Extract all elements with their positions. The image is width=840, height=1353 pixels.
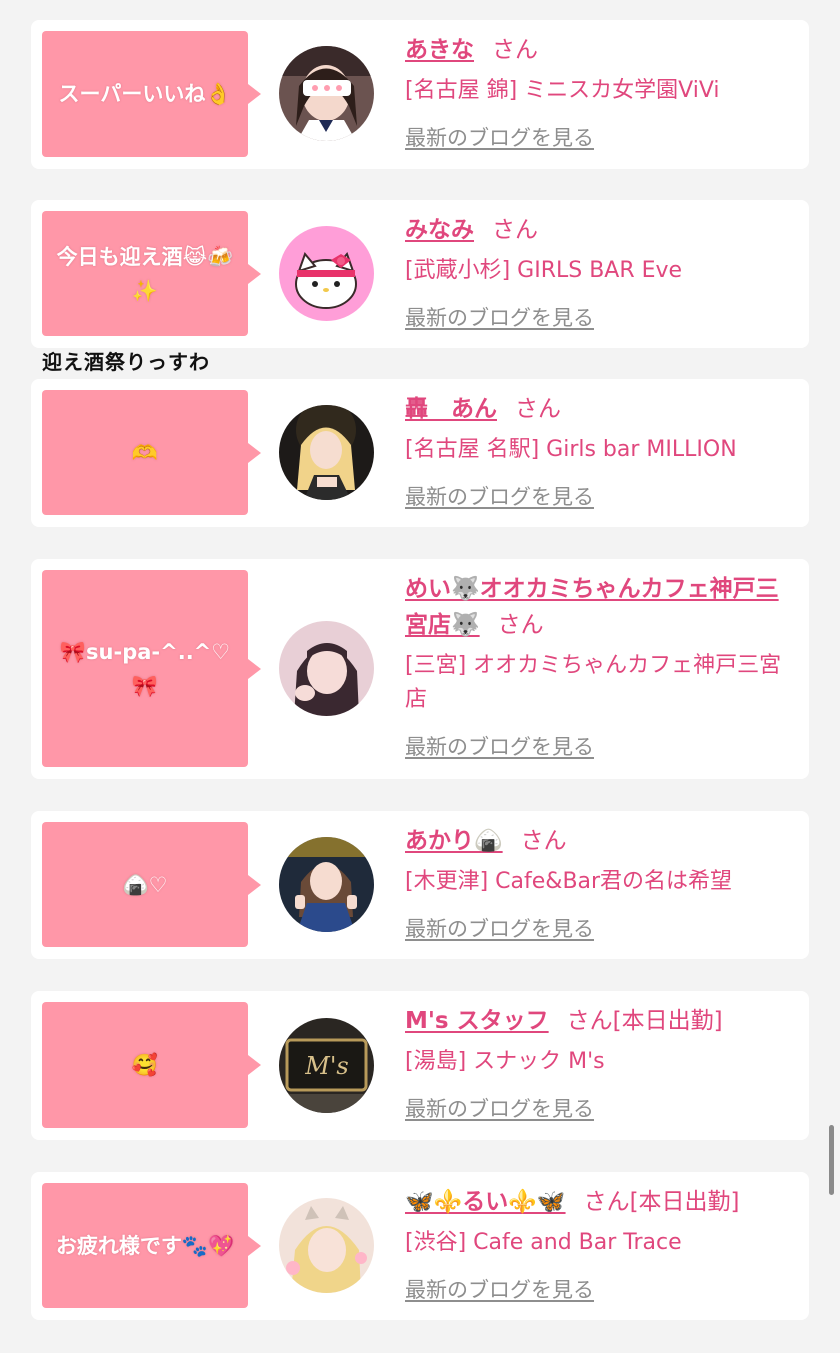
status-label: [本日出勤]: [629, 1189, 740, 1215]
avatar[interactable]: M's: [279, 1018, 374, 1113]
shop-name: [武蔵小杉] GIRLS BAR Eve: [405, 258, 683, 283]
shop-name: [渋谷] Cafe and Bar Trace: [405, 1230, 682, 1255]
status-label: [本日出勤]: [612, 1008, 723, 1034]
shop-name: [名古屋 名駅] Girls bar MILLION: [405, 437, 737, 462]
user-name-link[interactable]: あきな: [405, 37, 474, 63]
honorific: さん: [492, 217, 538, 243]
message-bubble: 🍙♡: [42, 822, 261, 947]
avatar[interactable]: [279, 405, 374, 500]
message-bubble: 🥰: [42, 1002, 261, 1128]
post-info: みなみ さん [武蔵小杉] GIRLS BAR Eve 最新のブログを見る: [405, 212, 799, 332]
latest-blog-link[interactable]: 最新のブログを見る: [405, 1274, 594, 1304]
avatar[interactable]: [279, 1198, 374, 1293]
honorific: さん: [566, 1008, 613, 1034]
message-bubble: 🎀su-pa-^..^♡🎀: [42, 570, 261, 767]
post-card: 🥰 M's M's スタッフ さん[本日出勤] [湯島] スナック M's 最新の…: [31, 991, 809, 1140]
message-bubble: お疲れ様です🐾💖: [42, 1183, 261, 1308]
avatar-photo-icon: [279, 621, 374, 716]
avatar-photo-icon: [279, 837, 374, 932]
post-info: 🦋⚜️るい⚜️🦋 さん[本日出勤] [渋谷] Cafe and Bar Trace…: [405, 1184, 799, 1304]
post-info: あきな さん [名古屋 錦] ミニスカ女学園ViVi 最新のブログを見る: [405, 32, 799, 152]
post-info: 轟 あん さん [名古屋 名駅] Girls bar MILLION 最新のブログ…: [405, 391, 799, 511]
post-card: 今日も迎え酒😹🍻✨ みなみ さん [武蔵小杉] GIRLS BAR Eve 最新の…: [31, 200, 809, 348]
shop-name: [湯島] スナック M's: [405, 1049, 605, 1074]
post-info: めい🐺オオカミちゃんカフェ神戸三宮店🐺 さん [三宮] オオカミちゃんカフェ神戸三…: [405, 571, 799, 761]
shop-name: [木更津] Cafe&Bar君の名は希望: [405, 869, 733, 894]
honorific: さん: [492, 37, 538, 63]
post-card: お疲れ様です🐾💖 🦋⚜️るい⚜️🦋 さん[本日出勤] [渋谷] Cafe and …: [31, 1172, 809, 1320]
user-name-link[interactable]: 轟 あん: [405, 396, 497, 422]
user-name-link[interactable]: 🦋⚜️るい⚜️🦋: [405, 1189, 566, 1215]
honorific: さん: [515, 396, 561, 422]
latest-blog-link[interactable]: 最新のブログを見る: [405, 122, 594, 152]
avatar[interactable]: [279, 621, 374, 716]
shop-name: [三宮] オオカミちゃんカフェ神戸三宮店: [405, 653, 782, 712]
post-info: M's スタッフ さん[本日出勤] [湯島] スナック M's 最新のブログを見る: [405, 1003, 799, 1123]
post-card: 🍙♡ あかり🍙 さん [木更津] Cafe&Bar君の名は希望 最新のブログを見る: [31, 811, 809, 959]
user-name-link[interactable]: めい🐺オオカミちゃんカフェ神戸三宮店🐺: [405, 576, 779, 638]
honorific: さん: [520, 828, 567, 854]
avatar[interactable]: [279, 837, 374, 932]
kitty-character-icon: [279, 226, 374, 321]
avatar-photo-icon: [279, 1198, 374, 1293]
honorific: さん: [583, 1189, 630, 1215]
user-name-link[interactable]: みなみ: [405, 217, 474, 243]
user-name-link[interactable]: あかり🍙: [405, 828, 503, 854]
latest-blog-link[interactable]: 最新のブログを見る: [405, 1093, 594, 1123]
user-name-link[interactable]: M's スタッフ: [405, 1008, 549, 1034]
message-bubble: スーパーいいね👌: [42, 31, 261, 157]
latest-blog-link[interactable]: 最新のブログを見る: [405, 481, 594, 511]
message-bubble: 今日も迎え酒😹🍻✨: [42, 211, 261, 336]
avatar-photo-icon: [279, 46, 374, 141]
overlay-caption: 迎え酒祭りっすわ: [42, 350, 210, 374]
svg-text:M's: M's: [304, 1052, 349, 1080]
blog-feed: スーパーいいね👌 あきな さん [名古屋 錦] ミニスカ女学園ViVi 最新のブロ…: [0, 0, 840, 1353]
avatar-photo-icon: [279, 405, 374, 500]
shop-sign-icon: M's: [279, 1018, 374, 1113]
scrollbar[interactable]: [829, 1125, 834, 1195]
honorific: さん: [497, 612, 544, 638]
latest-blog-link[interactable]: 最新のブログを見る: [405, 913, 594, 943]
post-info: あかり🍙 さん [木更津] Cafe&Bar君の名は希望 最新のブログを見る: [405, 823, 799, 943]
post-card: 🫶 轟 あん さん [名古屋 名駅] Girls bar MILLION 最新のブ…: [31, 379, 809, 527]
latest-blog-link[interactable]: 最新のブログを見る: [405, 302, 594, 332]
post-card: 🎀su-pa-^..^♡🎀 めい🐺オオカミちゃんカフェ神戸三宮店🐺 さん [三宮]…: [31, 559, 809, 779]
shop-name: [名古屋 錦] ミニスカ女学園ViVi: [405, 78, 720, 103]
avatar[interactable]: [279, 46, 374, 141]
post-card: スーパーいいね👌 あきな さん [名古屋 錦] ミニスカ女学園ViVi 最新のブロ…: [31, 20, 809, 169]
message-bubble: 🫶: [42, 390, 261, 515]
latest-blog-link[interactable]: 最新のブログを見る: [405, 731, 594, 761]
avatar[interactable]: [279, 226, 374, 321]
